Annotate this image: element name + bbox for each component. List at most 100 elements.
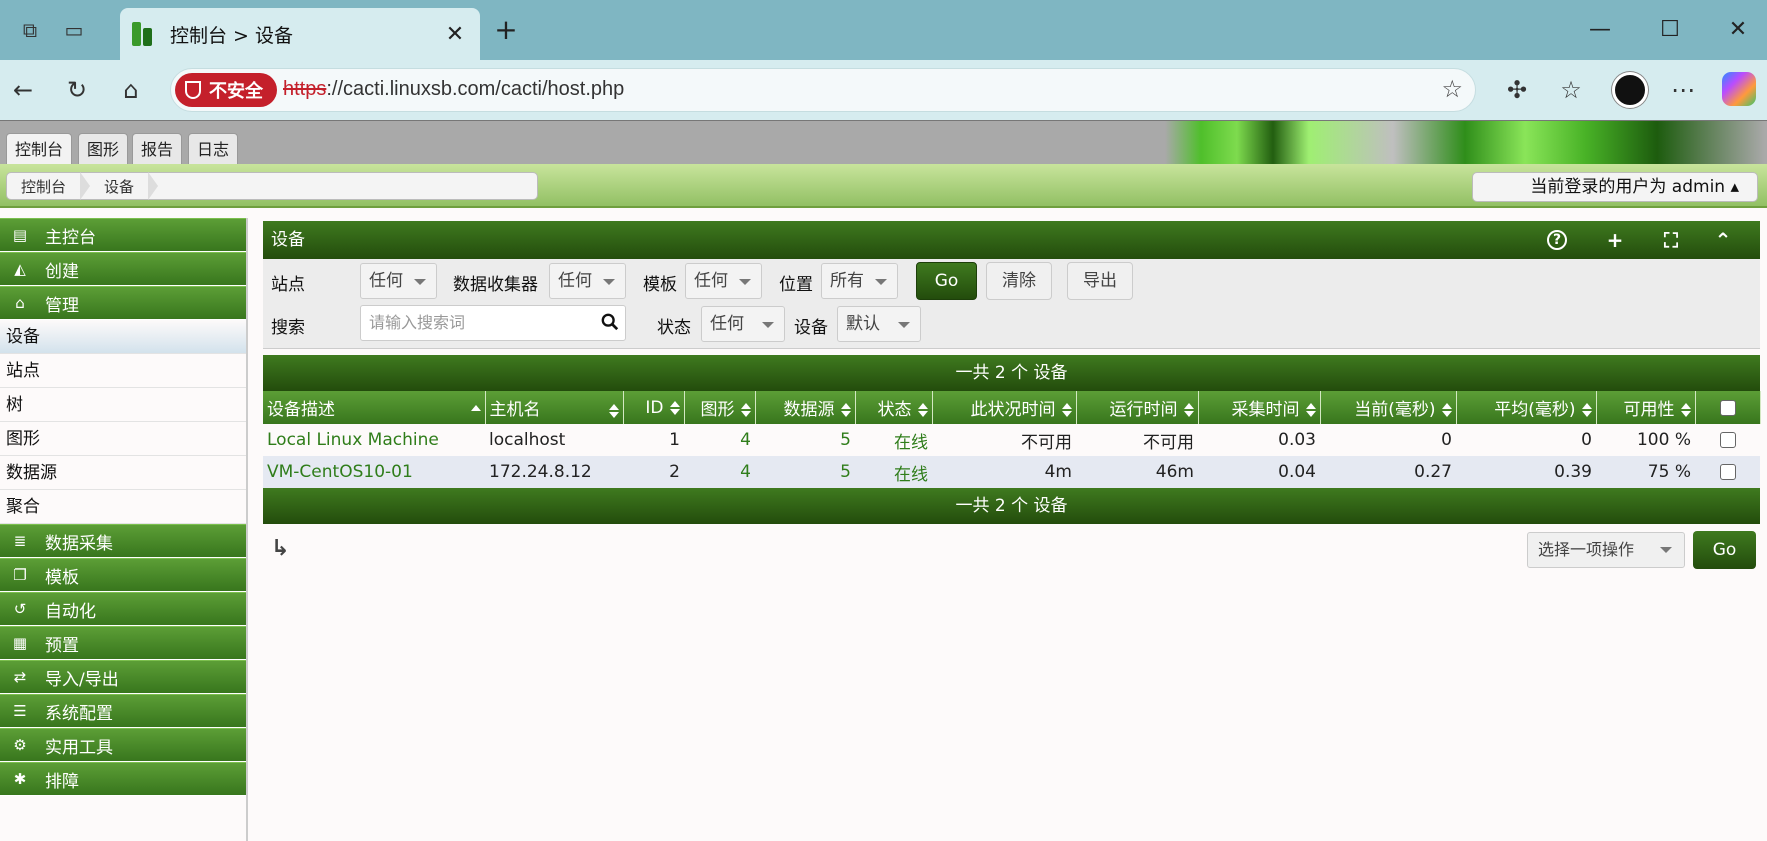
tab-graphs[interactable]: 图形 xyxy=(78,133,129,165)
sidebar-section-automation[interactable]: ↺ 自动化 xyxy=(0,592,246,626)
action-select[interactable]: 选择一项操作 xyxy=(1527,532,1685,568)
sort-icon xyxy=(917,403,928,417)
sidebar-section-troubleshooting[interactable]: ✱ 排障 xyxy=(0,762,246,796)
archive-icon: ▦ xyxy=(12,634,28,652)
device-graphs-link[interactable]: 4 xyxy=(684,456,755,488)
favorites-icon[interactable]: ☆ xyxy=(1554,73,1588,107)
row-checkbox[interactable] xyxy=(1719,432,1736,448)
sidebar-section-utilities[interactable]: ⚙ 实用工具 xyxy=(0,728,246,762)
col-status[interactable]: 状态 xyxy=(855,391,933,424)
breadcrumb-devices[interactable]: 设备 xyxy=(90,176,148,197)
fullscreen-icon[interactable]: ⛶ xyxy=(1659,228,1683,252)
device-state-time: 4m xyxy=(932,456,1076,488)
extensions-icon[interactable]: ✣ xyxy=(1500,73,1534,107)
col-data-sources[interactable]: 数据源 xyxy=(755,391,856,424)
home-icon[interactable]: ⌂ xyxy=(114,73,148,107)
sidebar-section-presets[interactable]: ▦ 预置 xyxy=(0,626,246,660)
device-description-link[interactable]: Local Linux Machine xyxy=(263,424,485,456)
device-current-ms: 0 xyxy=(1441,430,1452,450)
sidebar-section-manage[interactable]: ⌂ 管理 xyxy=(0,286,246,320)
sidebar-item-data-sources[interactable]: 数据源 xyxy=(0,456,246,490)
col-poll-time[interactable]: 采集时间 xyxy=(1198,391,1321,424)
sidebar-section-import-export[interactable]: ⇄ 导入/导出 xyxy=(0,660,246,694)
action-go-button[interactable]: Go xyxy=(1693,531,1756,569)
table-header-row: 设备描述 主机名 ID 图形 数据源 状态 此状况时间 运行时间 采集时间 当前… xyxy=(263,391,1761,424)
col-label: 运行时间 xyxy=(1109,400,1178,420)
database-icon: ≣ xyxy=(13,532,27,550)
sidebar-item-devices[interactable]: 设备 xyxy=(0,320,246,354)
address-bar[interactable]: 不安全 https://cacti.linuxsb.com/cacti/host… xyxy=(170,68,1476,112)
device-data-sources-link[interactable]: 5 xyxy=(755,456,855,488)
exchange-icon: ⇄ xyxy=(13,668,27,686)
main-content: 设备 ? + ⛶ ⌃ 站点 任何 数据收集器 任何 模板 任何 位置 所有 Go… xyxy=(263,221,1761,576)
col-state-time[interactable]: 此状况时间 xyxy=(932,391,1077,424)
sidebar-item-trees[interactable]: 树 xyxy=(0,388,246,422)
user-menu[interactable]: 当前登录的用户为 admin ▴ xyxy=(1472,172,1758,202)
search-input[interactable]: 请输入搜索词 xyxy=(360,305,626,341)
device-data-sources-link[interactable]: 5 xyxy=(755,424,855,456)
search-label: 搜索 xyxy=(271,318,305,338)
sidebar-section-create[interactable]: ◭ 创建 xyxy=(0,252,246,286)
sidebar-section-console[interactable]: ▤ 主控台 xyxy=(0,218,246,252)
device-graphs-link[interactable]: 4 xyxy=(684,424,755,456)
col-hostname[interactable]: 主机名 xyxy=(485,391,624,424)
insecure-badge[interactable]: 不安全 xyxy=(175,73,277,107)
export-button[interactable]: 导出 xyxy=(1067,262,1133,300)
table-row[interactable]: Local Linux Machine localhost 1 4 5 在线 不… xyxy=(263,424,1760,456)
collapse-icon[interactable]: ⌃ xyxy=(1711,228,1735,252)
col-graphs[interactable]: 图形 xyxy=(684,391,756,424)
sidebar-item-aggregates[interactable]: 聚合 xyxy=(0,490,246,524)
collector-select[interactable]: 任何 xyxy=(549,263,626,299)
tab-actions-icon[interactable]: ▭ xyxy=(58,14,90,46)
site-select[interactable]: 任何 xyxy=(360,263,437,299)
sidebar-item-sites[interactable]: 站点 xyxy=(0,354,246,388)
location-select[interactable]: 所有 xyxy=(821,263,898,299)
bug-icon: ✱ xyxy=(13,770,27,788)
tab-logs[interactable]: 日志 xyxy=(188,133,239,165)
sidebar-section-label: 数据采集 xyxy=(45,533,113,554)
back-icon[interactable]: ← xyxy=(6,73,40,107)
col-id[interactable]: ID xyxy=(623,391,685,424)
sort-icon xyxy=(1183,403,1194,417)
template-select[interactable]: 任何 xyxy=(685,263,762,299)
sidebar-section-configuration[interactable]: ☰ 系统配置 xyxy=(0,694,246,728)
col-availability[interactable]: 可用性 xyxy=(1596,391,1696,424)
tab-reports[interactable]: 报告 xyxy=(132,133,183,165)
tab-close-icon[interactable]: ✕ xyxy=(440,22,470,47)
browser-tab[interactable]: 控制台 > 设备 ✕ xyxy=(120,8,480,60)
breadcrumb-console[interactable]: 控制台 xyxy=(7,176,80,197)
maximize-icon[interactable]: ☐ xyxy=(1652,12,1688,48)
go-button[interactable]: Go xyxy=(916,262,977,300)
chevron-down-icon xyxy=(875,279,887,285)
table-row[interactable]: VM-CentOS10-01 172.24.8.12 2 4 5 在线 4m 4… xyxy=(263,456,1760,488)
more-menu-icon[interactable]: ⋯ xyxy=(1666,73,1700,107)
help-icon[interactable]: ? xyxy=(1547,230,1567,250)
tab-title: 控制台 > 设备 xyxy=(170,24,293,47)
workspaces-icon[interactable]: ⧉ xyxy=(14,14,46,46)
col-uptime[interactable]: 运行时间 xyxy=(1076,391,1199,424)
tab-console[interactable]: 控制台 xyxy=(6,133,73,165)
search-icon[interactable] xyxy=(601,313,619,331)
chart-area-icon: ◭ xyxy=(14,260,26,278)
window-close-icon[interactable]: ✕ xyxy=(1720,12,1756,48)
profile-avatar[interactable] xyxy=(1612,72,1648,108)
col-average-ms[interactable]: 平均(毫秒) xyxy=(1456,391,1597,424)
refresh-icon[interactable]: ↻ xyxy=(60,73,94,107)
select-all-checkbox[interactable] xyxy=(1719,399,1736,416)
add-device-icon[interactable]: + xyxy=(1603,228,1627,252)
new-tab-icon[interactable]: + xyxy=(490,14,522,46)
device-description-link[interactable]: VM-CentOS10-01 xyxy=(263,456,485,488)
sidebar-section-data-collection[interactable]: ≣ 数据采集 xyxy=(0,524,246,558)
row-checkbox[interactable] xyxy=(1719,464,1736,480)
clear-button[interactable]: 清除 xyxy=(986,262,1052,300)
copilot-icon[interactable] xyxy=(1722,72,1756,106)
devices-select[interactable]: 默认 xyxy=(837,306,921,342)
sidebar-item-graphs[interactable]: 图形 xyxy=(0,422,246,456)
col-current-ms[interactable]: 当前(毫秒) xyxy=(1320,391,1457,424)
sidebar-section-label: 管理 xyxy=(45,295,79,316)
status-select[interactable]: 任何 xyxy=(701,306,785,342)
minimize-icon[interactable]: — xyxy=(1582,12,1618,48)
sidebar-section-templates[interactable]: ❐ 模板 xyxy=(0,558,246,592)
favorite-star-icon[interactable]: ☆ xyxy=(1441,75,1463,103)
col-description[interactable]: 设备描述 xyxy=(263,391,486,424)
